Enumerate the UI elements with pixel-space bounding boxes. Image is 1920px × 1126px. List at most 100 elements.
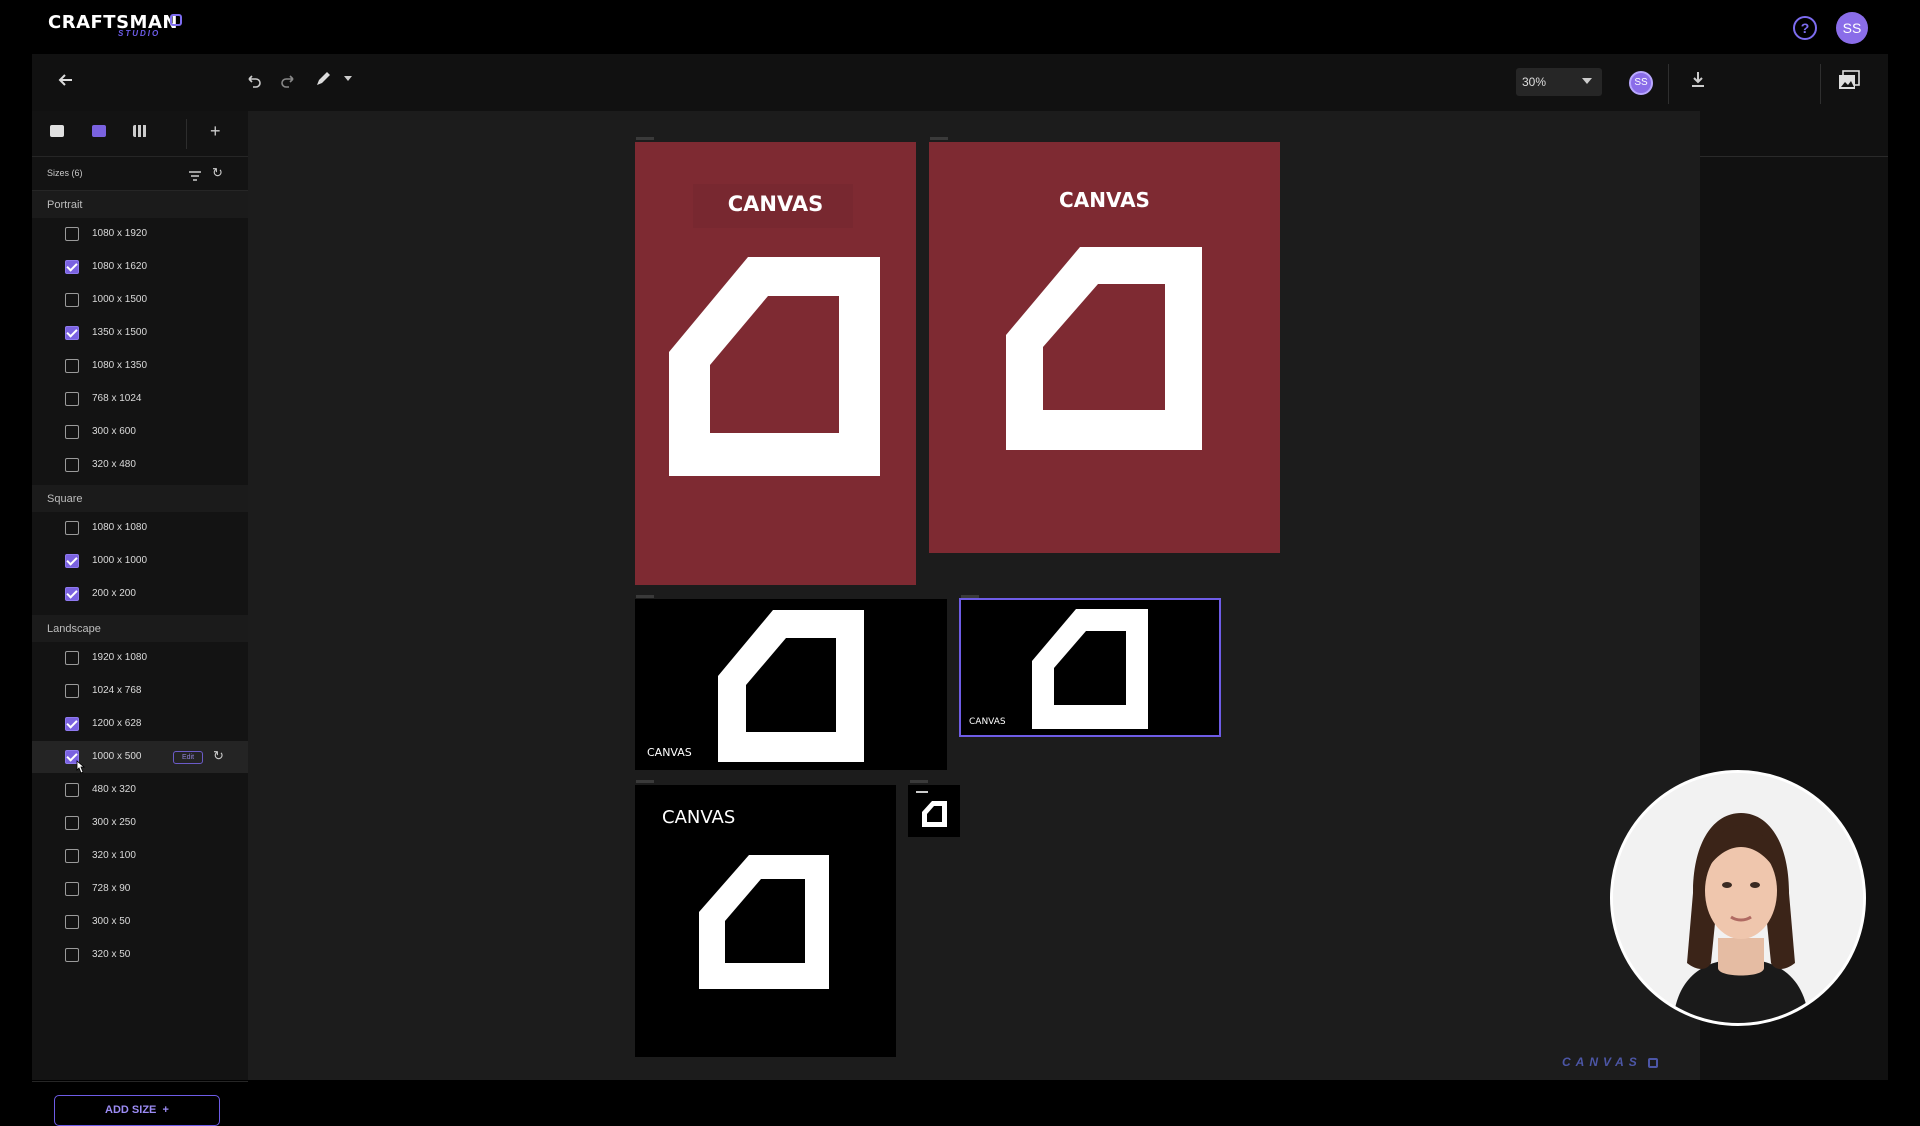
- artboard-title: CANVAS: [727, 192, 824, 216]
- size-row[interactable]: 480 x 320: [32, 774, 248, 806]
- canvas-logo-icon: [1006, 247, 1202, 450]
- size-checkbox[interactable]: [65, 458, 79, 472]
- chevron-down-icon[interactable]: [344, 76, 352, 81]
- size-row[interactable]: 728 x 90: [32, 873, 248, 905]
- filter-icon[interactable]: [189, 168, 201, 186]
- size-label: 1200 x 628: [92, 718, 142, 729]
- watermark-mark-icon: [1648, 1057, 1659, 1068]
- size-checkbox[interactable]: [65, 359, 79, 373]
- artboard-1200x628[interactable]: CANVAS: [635, 599, 947, 770]
- undo-icon[interactable]: [246, 70, 262, 94]
- artboard-1000x500-selected[interactable]: CANVAS: [959, 598, 1221, 737]
- size-row[interactable]: 200 x 200: [32, 578, 248, 610]
- size-row[interactable]: 300 x 50: [32, 906, 248, 938]
- collaborator-avatar[interactable]: SS: [1629, 71, 1653, 95]
- size-checkbox[interactable]: [65, 651, 79, 665]
- size-row[interactable]: 1080 x 1350: [32, 350, 248, 382]
- refresh-icon[interactable]: ↻: [213, 748, 224, 764]
- size-label: 768 x 1024: [92, 393, 142, 404]
- artboard-tag: [636, 137, 654, 140]
- size-label: 300 x 50: [92, 916, 131, 927]
- size-label: 480 x 320: [92, 784, 136, 795]
- artboard-1080x1620[interactable]: CANVAS: [635, 142, 916, 585]
- artboard-tag: [636, 595, 654, 598]
- size-checkbox[interactable]: [65, 293, 79, 307]
- size-checkbox[interactable]: [65, 816, 79, 830]
- size-row[interactable]: 1024 x 768: [32, 675, 248, 707]
- size-row[interactable]: 320 x 480: [32, 449, 248, 481]
- size-checkbox[interactable]: [65, 717, 79, 731]
- size-checkbox[interactable]: [65, 587, 79, 601]
- zoom-select[interactable]: 30%: [1516, 68, 1602, 96]
- grid-view-icon[interactable]: [133, 125, 147, 137]
- list-view-icon[interactable]: [92, 125, 106, 137]
- size-checkbox[interactable]: [65, 915, 79, 929]
- size-row[interactable]: 1920 x 1080: [32, 642, 248, 674]
- size-row[interactable]: 300 x 250: [32, 807, 248, 839]
- size-row[interactable]: 320 x 50: [32, 939, 248, 971]
- size-row[interactable]: 320 x 100: [32, 840, 248, 872]
- size-checkbox[interactable]: [65, 849, 79, 863]
- divider: [1820, 64, 1821, 104]
- redo-icon[interactable]: [280, 70, 296, 94]
- artboard-1350x1500[interactable]: CANVAS: [929, 142, 1280, 553]
- gallery-icon[interactable]: [1838, 70, 1860, 96]
- group-portrait: Portrait: [32, 191, 248, 218]
- sizes-sidebar: + Sizes (6) ↻ Portrait 1080 x 1920 1080 …: [32, 111, 248, 1126]
- artboard-title: CANVAS: [1059, 188, 1150, 212]
- artboard-label: CANVAS: [969, 717, 1006, 727]
- canvas-logo-icon: [1032, 609, 1148, 729]
- size-row[interactable]: 1080 x 1620: [32, 251, 248, 283]
- size-row[interactable]: 1080 x 1080: [32, 512, 248, 544]
- size-checkbox[interactable]: [65, 521, 79, 535]
- size-checkbox[interactable]: [65, 684, 79, 698]
- size-row[interactable]: 1350 x 1500: [32, 317, 248, 349]
- tiny-title-mark: [916, 791, 928, 793]
- pen-tool-icon[interactable]: [314, 70, 332, 94]
- size-label: 1000 x 500: [92, 751, 142, 762]
- size-label: 320 x 480: [92, 459, 136, 470]
- add-size-button[interactable]: ADD SIZE +: [54, 1095, 220, 1126]
- size-checkbox[interactable]: [65, 425, 79, 439]
- size-row[interactable]: 1000 x 1000: [32, 545, 248, 577]
- size-checkbox[interactable]: [65, 260, 79, 274]
- add-size-label: ADD SIZE: [105, 1104, 157, 1116]
- divider: [186, 119, 187, 149]
- single-view-icon[interactable]: [50, 125, 64, 137]
- size-row[interactable]: 1080 x 1920: [32, 218, 248, 250]
- size-row[interactable]: 768 x 1024: [32, 383, 248, 415]
- refresh-icon[interactable]: ↻: [212, 165, 223, 181]
- size-row-active[interactable]: 1000 x 500 Edit ↻: [32, 741, 248, 774]
- size-row[interactable]: 1000 x 1500: [32, 284, 248, 316]
- back-arrow-icon[interactable]: [56, 70, 76, 96]
- canvas-logo-icon: [669, 257, 880, 476]
- divider: [1700, 156, 1888, 157]
- size-checkbox[interactable]: [65, 227, 79, 241]
- size-checkbox[interactable]: [65, 882, 79, 896]
- question-circle-icon[interactable]: ?: [1793, 16, 1817, 40]
- edit-button[interactable]: Edit: [173, 751, 203, 764]
- size-checkbox[interactable]: [65, 554, 79, 568]
- sidebar-tabs: +: [32, 111, 248, 157]
- size-label: 1080 x 1080: [92, 522, 148, 533]
- size-label: 1080 x 1620: [92, 261, 148, 272]
- size-row[interactable]: 1200 x 628: [32, 708, 248, 740]
- size-checkbox[interactable]: [65, 326, 79, 340]
- artboard-1000x1000[interactable]: CANVAS: [635, 785, 896, 1057]
- size-checkbox[interactable]: [65, 783, 79, 797]
- artboard-label: CANVAS: [647, 746, 692, 759]
- download-icon[interactable]: [1690, 70, 1706, 94]
- user-avatar[interactable]: SS: [1836, 12, 1868, 44]
- size-label: 728 x 90: [92, 883, 131, 894]
- artboard-200x200[interactable]: [908, 785, 960, 837]
- canvas-logo-icon: [699, 855, 829, 989]
- size-label: 1080 x 1350: [92, 360, 148, 371]
- size-checkbox[interactable]: [65, 948, 79, 962]
- chevron-down-icon: [1582, 78, 1592, 84]
- size-row[interactable]: 300 x 600: [32, 416, 248, 448]
- size-checkbox[interactable]: [65, 392, 79, 406]
- size-label: 1080 x 1920: [92, 228, 148, 239]
- divider: [32, 1081, 248, 1082]
- add-icon[interactable]: +: [210, 121, 221, 142]
- artboard-title: CANVAS: [662, 807, 736, 828]
